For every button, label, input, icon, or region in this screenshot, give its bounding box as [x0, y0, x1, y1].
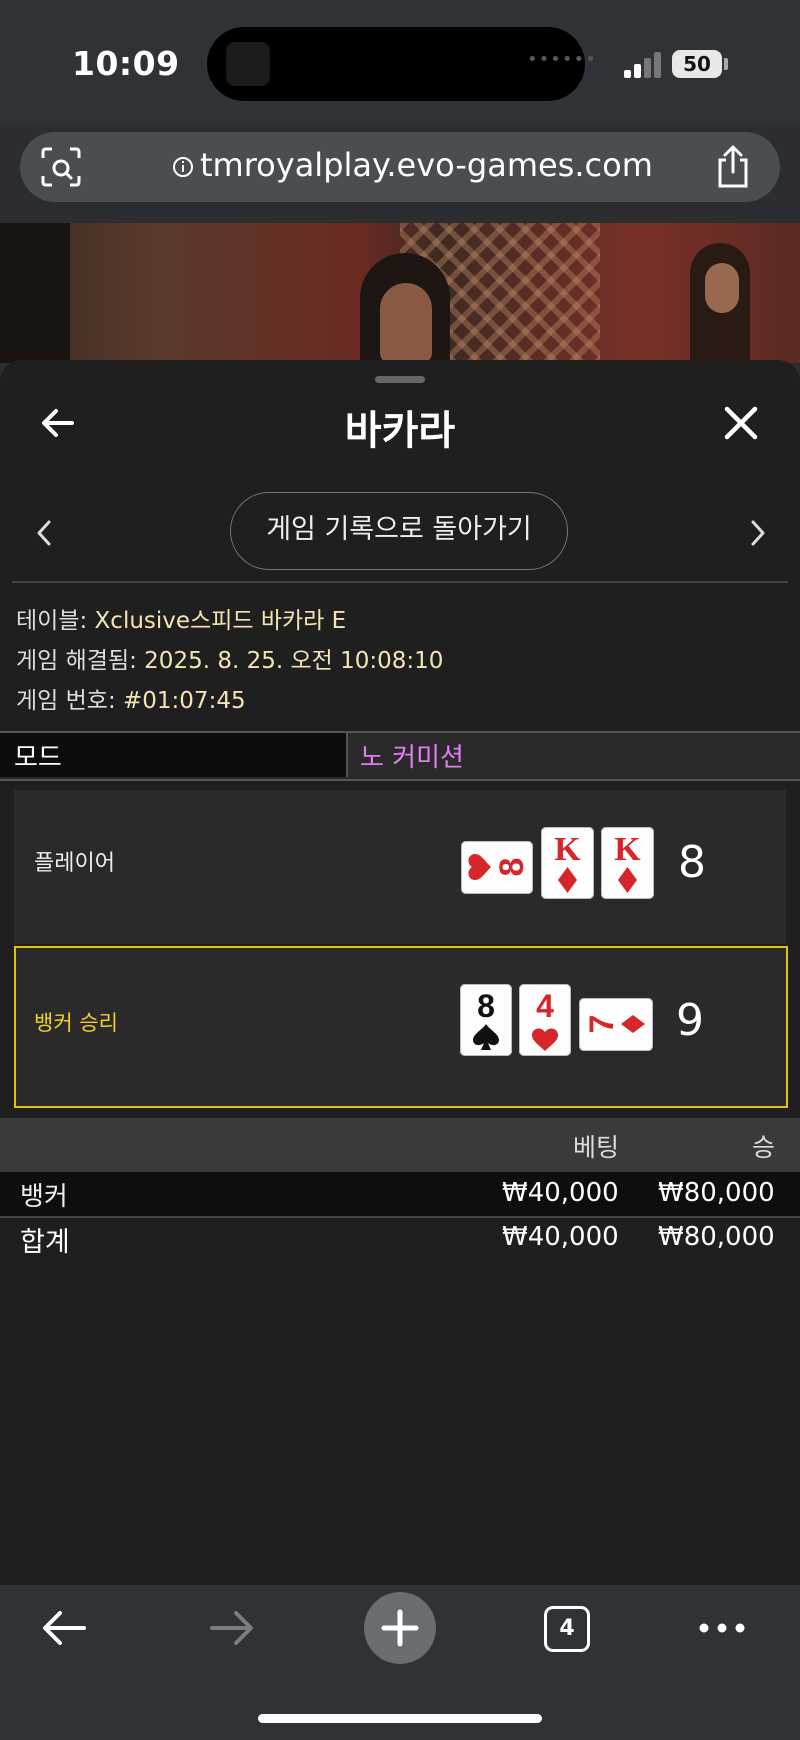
dynamic-island: •••••• — [207, 27, 596, 101]
browser-back-icon[interactable] — [40, 1608, 88, 1648]
camera-search-icon[interactable] — [40, 146, 82, 188]
card-7-diamonds-sideways: 7 — [579, 998, 653, 1051]
svg-text:7: 7 — [583, 1015, 621, 1034]
signal-icon — [624, 50, 664, 78]
panel-title: 바카라 — [344, 408, 456, 454]
bet-amount: ₩40,000 — [502, 1178, 619, 1208]
win-amount: ₩80,000 — [658, 1178, 775, 1208]
card-8-hearts-sideways: 8 — [461, 841, 533, 894]
svg-text:8: 8 — [493, 858, 531, 877]
bet-name: 뱅커 — [20, 1182, 68, 1212]
banker-score: 9 — [676, 995, 704, 1046]
close-icon[interactable] — [722, 404, 760, 442]
tabs-button[interactable]: 4 — [544, 1606, 590, 1652]
column-header-win: 승 — [752, 1133, 776, 1162]
table-info: 테이블: Xclusive스피드 바카라 E — [16, 608, 347, 634]
round-info: 게임 번호: #01:07:45 — [16, 688, 246, 714]
card-4-hearts: 4 — [519, 984, 571, 1056]
player-hand-row — [14, 790, 786, 944]
total-label: 합계 — [20, 1227, 70, 1258]
back-to-history-button[interactable]: 게임 기록으로 돌아가기 — [230, 492, 568, 570]
column-header-bet: 베팅 — [573, 1133, 620, 1162]
share-icon[interactable] — [712, 144, 754, 190]
chevron-right-icon[interactable] — [748, 518, 768, 548]
status-time: 10:09 — [72, 44, 180, 83]
drag-handle — [375, 376, 425, 383]
total-bet-amount: ₩40,000 — [502, 1222, 619, 1252]
chevron-left-icon[interactable] — [34, 518, 54, 548]
card-king-diamonds: K — [601, 827, 654, 899]
plus-icon — [381, 1609, 419, 1647]
banker-win-label: 뱅커 승리 — [34, 1011, 118, 1035]
url-text[interactable]: tmroyalplay.evo-games.com — [200, 146, 653, 184]
card-8-spades: 8 — [460, 984, 512, 1056]
mode-label: 모드 — [14, 743, 62, 773]
svg-text:8: 8 — [477, 988, 495, 1024]
card-king-diamonds: K — [541, 827, 594, 899]
svg-text:K: K — [554, 831, 581, 868]
bets-table-header — [0, 1118, 800, 1172]
svg-text:K: K — [614, 831, 641, 868]
total-win-amount: ₩80,000 — [658, 1222, 775, 1252]
resolved-info: 게임 해결됨: 2025. 8. 25. 오전 10:08:10 — [16, 648, 444, 674]
svg-text:4: 4 — [536, 988, 554, 1024]
home-indicator — [258, 1714, 542, 1723]
divider — [12, 581, 788, 583]
new-tab-button[interactable] — [364, 1592, 436, 1664]
banker-hand-row — [14, 946, 788, 1108]
info-icon[interactable] — [172, 156, 194, 178]
live-video-background — [0, 223, 800, 363]
battery-tip — [724, 58, 728, 70]
browser-forward-icon[interactable] — [208, 1608, 256, 1648]
battery-icon: 50 — [672, 50, 722, 78]
player-score: 8 — [678, 837, 706, 888]
more-icon[interactable] — [698, 1616, 746, 1640]
mode-value: 노 커미션 — [360, 743, 464, 773]
player-label: 플레이어 — [34, 851, 115, 876]
